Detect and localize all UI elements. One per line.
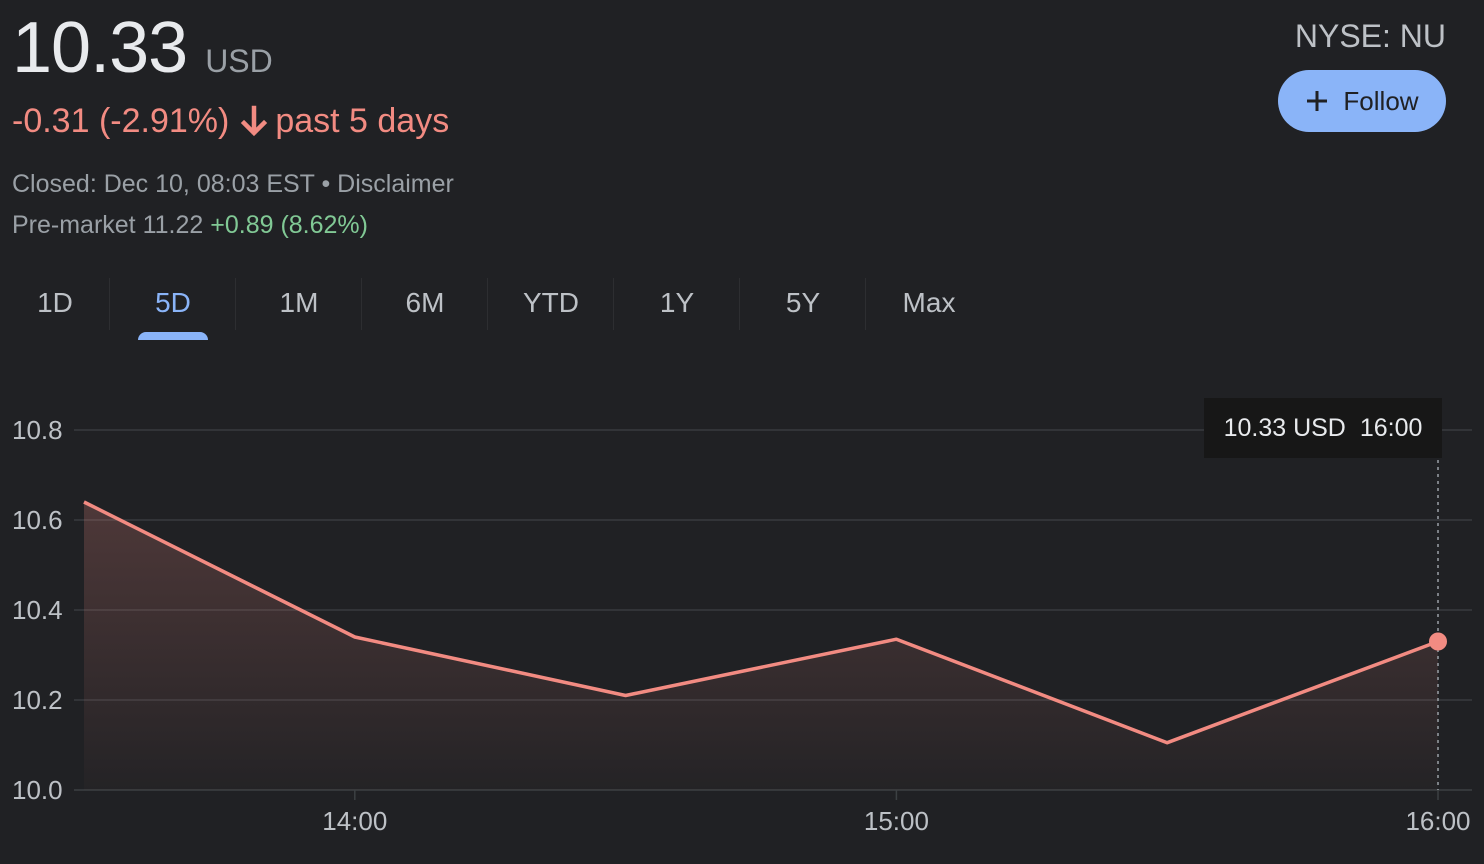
y-tick-label: 10.4 [12, 595, 63, 625]
chart-tooltip: 10.33 USD 16:00 [1204, 398, 1442, 458]
y-tick-label: 10.6 [12, 505, 63, 535]
y-axis-labels: 10.0 10.2 10.4 10.6 10.8 [12, 415, 63, 805]
x-tick-label: 14:00 [322, 806, 387, 836]
stock-quote-panel: 10.33 USD -0.31 (-2.91%) past 5 days Clo… [0, 0, 1484, 864]
y-tick-label: 10.8 [12, 415, 63, 445]
x-tick-label: 16:00 [1405, 806, 1470, 836]
x-axis-labels: 14:00 15:00 16:00 [322, 790, 1471, 836]
y-tick-label: 10.2 [12, 685, 63, 715]
price-area [84, 502, 1438, 790]
current-price-marker [1429, 632, 1447, 651]
y-tick-label: 10.0 [12, 775, 63, 805]
tooltip-value: 10.33 USD [1223, 413, 1346, 442]
x-tick-label: 15:00 [864, 806, 929, 836]
tooltip-time: 16:00 [1359, 413, 1423, 442]
